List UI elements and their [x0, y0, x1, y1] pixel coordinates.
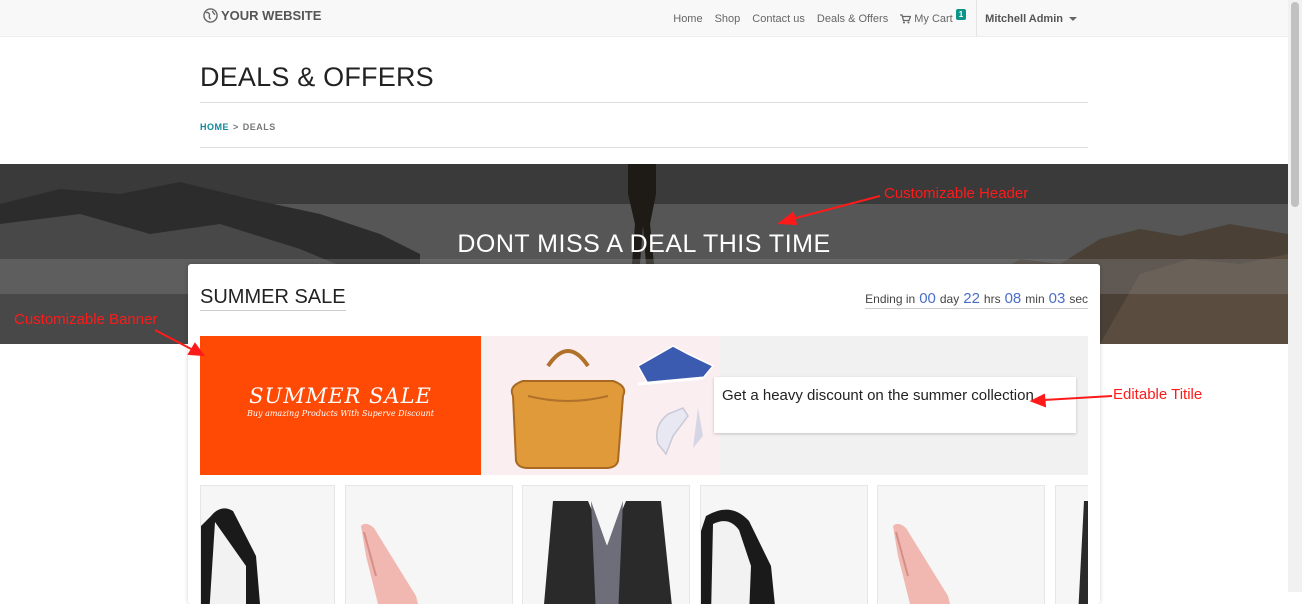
breadcrumb: HOME > DEALS — [200, 122, 276, 132]
countdown-days-label: day — [939, 292, 960, 306]
annotation-header: Customizable Header — [884, 185, 1029, 202]
nav-menu: Home Shop Contact us Deals & Offers My C… — [667, 0, 1288, 37]
annotation-title: Editable Titile — [1113, 386, 1203, 403]
site-logo-text: YOUR WEBSITE — [221, 8, 322, 23]
page-title: DEALS & OFFERS — [200, 62, 434, 92]
nav-home[interactable]: Home — [667, 13, 708, 25]
site-logo[interactable]: YOUR WEBSITE — [203, 8, 321, 23]
deal-title[interactable]: SUMMER SALE — [200, 286, 346, 311]
scrollbar-thumb[interactable] — [1291, 2, 1299, 207]
top-navbar: YOUR WEBSITE Home Shop Contact us Deals … — [0, 0, 1288, 37]
countdown-timer: Ending in 00 day 22 hrs 08 min 03 sec — [865, 290, 1088, 309]
nav-deals[interactable]: Deals & Offers — [811, 13, 894, 25]
handbag-and-shoes-image — [510, 345, 715, 469]
banner-subtitle: Buy amazing Products With Superve Discou… — [246, 409, 434, 418]
product-tile[interactable] — [522, 485, 690, 604]
deal-banner: SUMMER SALE Buy amazing Products With Su… — [200, 336, 1088, 475]
mens-jacket-image — [544, 501, 672, 604]
product-tile[interactable] — [345, 485, 513, 604]
nav-cart[interactable]: My Cart 1 — [894, 9, 972, 25]
product-carousel — [200, 485, 1088, 604]
globe-icon — [203, 8, 218, 23]
cart-label: My Cart — [914, 12, 953, 25]
breadcrumb-home[interactable]: HOME — [200, 122, 229, 132]
countdown-hours: 22 — [963, 290, 980, 307]
deal-description[interactable]: Get a heavy discount on the summer colle… — [714, 377, 1076, 433]
pink-heel-image — [893, 523, 950, 604]
caret-down-icon — [1069, 16, 1077, 21]
pink-heel-image — [361, 523, 418, 604]
deal-card: SUMMER SALE Ending in 00 day 22 hrs 08 m… — [188, 264, 1100, 604]
product-collage-image — [488, 336, 720, 475]
title-divider — [200, 102, 1088, 103]
countdown-seconds-label: sec — [1069, 292, 1088, 306]
user-menu[interactable]: Mitchell Admin — [979, 13, 1083, 25]
countdown-seconds: 03 — [1048, 290, 1066, 307]
product-tile[interactable] — [1055, 485, 1088, 604]
countdown-prefix: Ending in — [865, 292, 916, 306]
product-tile[interactable] — [200, 485, 335, 604]
countdown-hours-label: hrs — [983, 292, 1001, 306]
annotation-banner: Customizable Banner — [14, 311, 158, 328]
breadcrumb-divider — [200, 147, 1088, 148]
breadcrumb-separator: > — [233, 122, 239, 132]
hero-title[interactable]: DONT MISS A DEAL THIS TIME — [0, 230, 1288, 259]
nav-contact[interactable]: Contact us — [746, 13, 811, 25]
countdown-days: 00 — [919, 290, 936, 307]
black-heel-image — [701, 509, 775, 604]
product-tile[interactable] — [877, 485, 1045, 604]
nav-shop[interactable]: Shop — [709, 13, 747, 25]
summer-sale-banner[interactable]: SUMMER SALE Buy amazing Products With Su… — [200, 336, 481, 475]
black-heel-image — [201, 508, 260, 604]
nav-divider — [976, 0, 978, 37]
product-tile[interactable] — [700, 485, 868, 604]
cart-count-badge: 1 — [955, 9, 967, 20]
countdown-minutes: 08 — [1004, 290, 1022, 307]
user-name: Mitchell Admin — [985, 12, 1063, 25]
cart-icon — [900, 13, 912, 23]
banner-title: SUMMER SALE — [249, 384, 432, 408]
scrollbar[interactable] — [1288, 0, 1302, 592]
breadcrumb-current: DEALS — [242, 122, 276, 132]
countdown-minutes-label: min — [1025, 292, 1045, 306]
jacket-image — [1078, 501, 1088, 604]
